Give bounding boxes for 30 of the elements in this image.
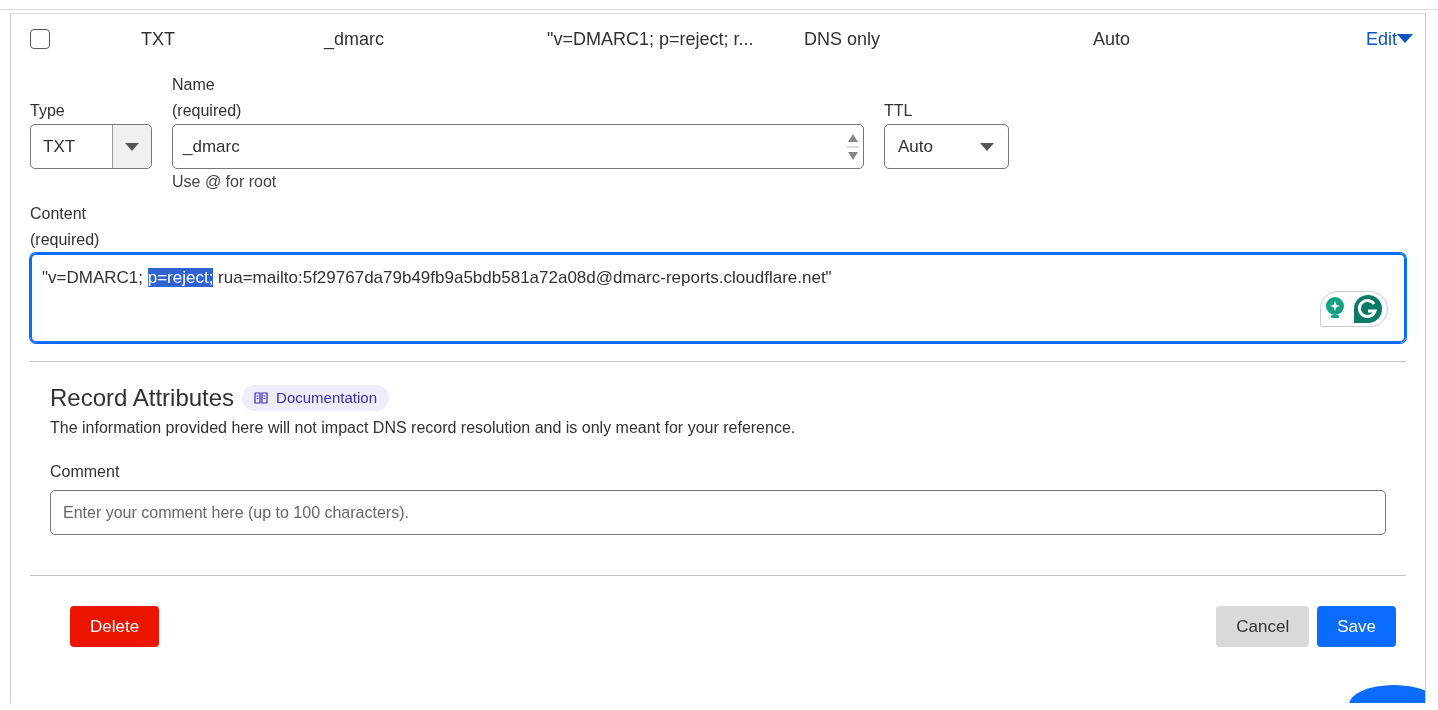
caret-icon <box>980 142 994 151</box>
action-button[interactable]: Save <box>1317 606 1396 647</box>
section-description: The information provided here will not impact DNS record resolution and is only meant for your reference. <box>50 418 797 438</box>
field-label: Content <box>30 204 88 224</box>
section-title: Record Attributes <box>50 383 235 413</box>
table-cell-text: _dmarc <box>324 27 386 52</box>
grammar-logo-icon[interactable] <box>1353 294 1383 324</box>
table-cell-text: "v=DMARC1; p=reject; r... <box>547 27 755 51</box>
required-label: (required) <box>30 230 101 250</box>
grammar-widget[interactable] <box>1320 291 1388 327</box>
field-label: Type <box>30 101 66 121</box>
name-field[interactable]: _dmarc <box>172 124 864 169</box>
action-button[interactable]: Cancel <box>1216 606 1310 647</box>
table-cell-text: Auto <box>1093 27 1131 51</box>
required-label: (required) <box>172 101 243 121</box>
edit-link[interactable]: Edit <box>1365 25 1413 53</box>
field-label: TTL <box>884 101 914 121</box>
row-checkbox[interactable] <box>30 29 50 49</box>
ttl-select[interactable]: Auto <box>884 124 1009 169</box>
field-hint: Use @ for root <box>172 172 278 192</box>
caret-icon <box>125 142 139 151</box>
comment-field[interactable]: Enter your comment here (up to 100 characters). <box>50 490 1386 535</box>
documentation-badge[interactable]: Documentation <box>242 384 389 412</box>
field-label: Name <box>172 75 216 95</box>
action-button[interactable]: Delete <box>70 606 160 647</box>
field-label: Comment <box>50 462 121 482</box>
content-field[interactable]: "v=DMARC1; p=reject; rua=mailto:5f29767da79b49fb9a5bdb581a72a08d@dmarc-reports.cloudflare.net" <box>30 253 1406 343</box>
table-cell-text: DNS only <box>804 27 882 51</box>
type-select[interactable]: TXT <box>30 124 152 169</box>
table-cell-text: TXT <box>141 27 176 51</box>
